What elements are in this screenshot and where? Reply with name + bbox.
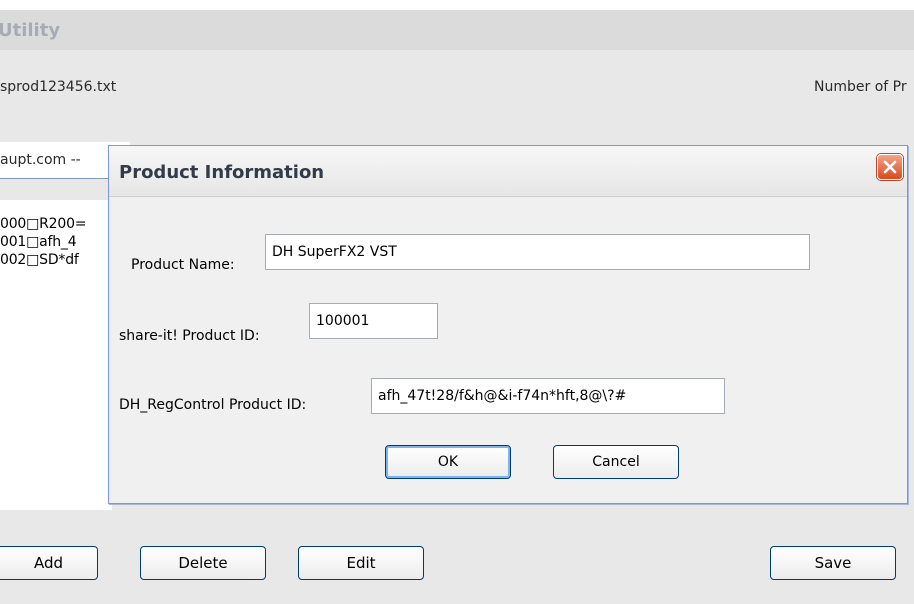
regcontrol-product-id-field[interactable] (371, 378, 725, 414)
shareit-product-id-label: share-it! Product ID: (119, 328, 260, 344)
top-strip (0, 0, 914, 10)
save-button[interactable]: Save (770, 546, 896, 580)
ok-button[interactable]: OK (385, 445, 511, 479)
list-item[interactable]: 000□R200= (0, 216, 87, 232)
app-title: Utility (0, 20, 61, 41)
product-information-dialog: Product Information Product Name: share-… (108, 145, 908, 504)
site-dropdown-value: aupt.com -- (0, 152, 81, 168)
regcontrol-product-id-label: DH_RegControl Product ID: (119, 397, 307, 413)
close-button[interactable] (877, 154, 903, 180)
list-item[interactable]: 001□afh_4 (0, 234, 77, 250)
product-list[interactable]: 000□R200= 001□afh_4 002□SD*df (0, 200, 112, 510)
product-name-field[interactable] (265, 234, 810, 270)
dialog-title: Product Information (119, 162, 325, 183)
list-item[interactable]: 002□SD*df (0, 252, 79, 268)
file-name-label: sprod123456.txt (0, 79, 117, 95)
close-icon (883, 160, 897, 174)
edit-button[interactable]: Edit (298, 546, 424, 580)
shareit-product-id-field[interactable] (309, 303, 438, 339)
title-bar (0, 10, 914, 50)
cancel-button[interactable]: Cancel (553, 445, 679, 479)
add-button[interactable]: Add (0, 546, 98, 580)
dialog-title-bar[interactable]: Product Information (109, 146, 907, 197)
product-count-label: Number of Pr (814, 79, 907, 95)
product-name-label: Product Name: (131, 257, 235, 273)
app-window: Utility sprod123456.txt Number of Pr aup… (0, 0, 914, 604)
delete-button[interactable]: Delete (140, 546, 266, 580)
